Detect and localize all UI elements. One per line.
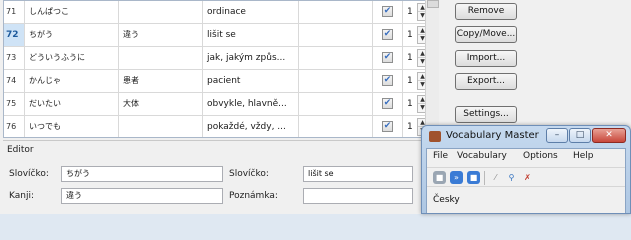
menu-help[interactable]: Help (573, 151, 594, 161)
row-count: 1 (407, 99, 413, 109)
row-reading: ちがう (24, 24, 118, 46)
row-active-cell: ✔ (372, 24, 402, 46)
toolbar: ■ » ■ ⁄ ⚲ ✗ (427, 167, 625, 187)
row-extra (298, 24, 372, 46)
row-meaning: lišit se (202, 24, 298, 46)
menu-bar: File Vocabulary Options Help (427, 151, 625, 165)
poznamka-label: Poznámka: (229, 191, 278, 201)
row-kanji (118, 47, 202, 69)
window-body: File Vocabulary Options Help ■ » ■ ⁄ ⚲ ✗… (426, 148, 626, 213)
row-active-cell: ✔ (372, 70, 402, 92)
search-icon[interactable]: ⚲ (505, 171, 518, 184)
row-count: 1 (407, 76, 413, 86)
row-count: 1 (407, 7, 413, 17)
row-active-checkbox[interactable]: ✔ (382, 75, 393, 86)
table-row[interactable]: 72 ちがう 違う lišit se ✔ 1 ▲ ▼ (4, 24, 430, 47)
row-kanji (118, 116, 202, 137)
table-row[interactable]: 75 だいたい 大体 obvykle, hlavně... ✔ 1 ▲ ▼ (4, 93, 430, 116)
slovicko-reading-field[interactable]: ちがう (61, 166, 223, 182)
menu-file[interactable]: File (433, 151, 448, 161)
row-index: 75 (6, 99, 17, 108)
slovicko-meaning-field[interactable]: lišit se (303, 166, 413, 182)
remove-button[interactable]: Remove (455, 3, 517, 20)
editor-group-label: Editor (7, 145, 34, 155)
row-index: 76 (6, 122, 17, 131)
row-reading: かんじゃ (24, 70, 118, 92)
row-index: 74 (6, 76, 17, 85)
row-meaning: ordinace (202, 1, 298, 23)
main-window: 71 しんぱつこ ordinace ✔ 1 ▲ ▼ 72 ちがう 違う lišit … (0, 0, 631, 214)
row-meaning: pokaždé, vždy, ... (202, 116, 298, 137)
row-reading: どういうふうに (24, 47, 118, 69)
pause-icon[interactable]: ■ (467, 171, 480, 184)
row-active-checkbox[interactable]: ✔ (382, 98, 393, 109)
row-kanji: 大体 (118, 93, 202, 115)
vocabulary-table: 71 しんぱつこ ordinace ✔ 1 ▲ ▼ 72 ちがう 違う lišit … (3, 0, 431, 138)
row-kanji (118, 1, 202, 23)
language-label: Česky (433, 195, 460, 205)
table-scrollbar[interactable] (425, 0, 439, 138)
import-button[interactable]: Import... (455, 50, 517, 67)
scrollbar-thumb[interactable] (427, 0, 439, 8)
settings-button[interactable]: Settings... (455, 106, 517, 123)
row-count: 1 (407, 122, 413, 132)
kanji-label: Kanji: (9, 191, 34, 201)
row-meaning: pacient (202, 70, 298, 92)
menu-vocabulary[interactable]: Vocabulary (457, 151, 507, 161)
row-reading: だいたい (24, 93, 118, 115)
row-index: 73 (6, 53, 17, 62)
app-icon (429, 131, 441, 142)
row-active-checkbox[interactable]: ✔ (382, 6, 393, 17)
minimize-button[interactable]: – (546, 128, 568, 143)
row-extra (298, 70, 372, 92)
wand-icon[interactable]: ⁄ (489, 171, 502, 184)
row-active-checkbox[interactable]: ✔ (382, 29, 393, 40)
delete-icon[interactable]: ✗ (521, 171, 534, 184)
row-active-checkbox[interactable]: ✔ (382, 121, 393, 132)
table-row[interactable]: 71 しんぱつこ ordinace ✔ 1 ▲ ▼ (4, 1, 430, 24)
slovicko-label: Slovíčko: (9, 169, 49, 179)
row-active-cell: ✔ (372, 116, 402, 137)
row-count: 1 (407, 30, 413, 40)
export-button[interactable]: Export... (455, 73, 517, 90)
row-index: 71 (6, 7, 17, 16)
row-count: 1 (407, 53, 413, 63)
vocabulary-master-window[interactable]: Vocabulary Master – □ ✕ File Vocabulary … (421, 125, 631, 214)
table-row[interactable]: 76 いつでも pokaždé, vždy, ... ✔ 1▲▼ (4, 116, 430, 137)
close-button[interactable]: ✕ (592, 128, 626, 143)
row-active-cell: ✔ (372, 1, 402, 23)
stop-icon[interactable]: ■ (433, 171, 446, 184)
row-kanji: 患者 (118, 70, 202, 92)
row-extra (298, 1, 372, 23)
table-row[interactable]: 74 かんじゃ 患者 pacient ✔ 1 ▲ ▼ (4, 70, 430, 93)
row-extra (298, 93, 372, 115)
toolbar-separator (484, 171, 485, 185)
row-active-cell: ✔ (372, 47, 402, 69)
row-index: 72 (4, 24, 24, 46)
kanji-field[interactable]: 違う (61, 188, 223, 204)
slovicko-label: Slovíčko: (229, 169, 269, 179)
row-meaning: jak, jakým způs... (202, 47, 298, 69)
row-meaning: obvykle, hlavně... (202, 93, 298, 115)
row-reading: いつでも (24, 116, 118, 137)
menu-options[interactable]: Options (523, 151, 558, 161)
copy-move-button[interactable]: Copy/Move... (455, 26, 517, 43)
window-title: Vocabulary Master (446, 130, 539, 141)
maximize-button[interactable]: □ (569, 128, 591, 143)
poznamka-field[interactable] (303, 188, 413, 204)
row-extra (298, 116, 372, 137)
table-row[interactable]: 73 どういうふうに jak, jakým způs... ✔ 1 ▲ ▼ (4, 47, 430, 70)
row-reading: しんぱつこ (24, 1, 118, 23)
forward-icon[interactable]: » (450, 171, 463, 184)
row-kanji: 違う (118, 24, 202, 46)
row-active-cell: ✔ (372, 93, 402, 115)
row-active-checkbox[interactable]: ✔ (382, 52, 393, 63)
row-extra (298, 47, 372, 69)
